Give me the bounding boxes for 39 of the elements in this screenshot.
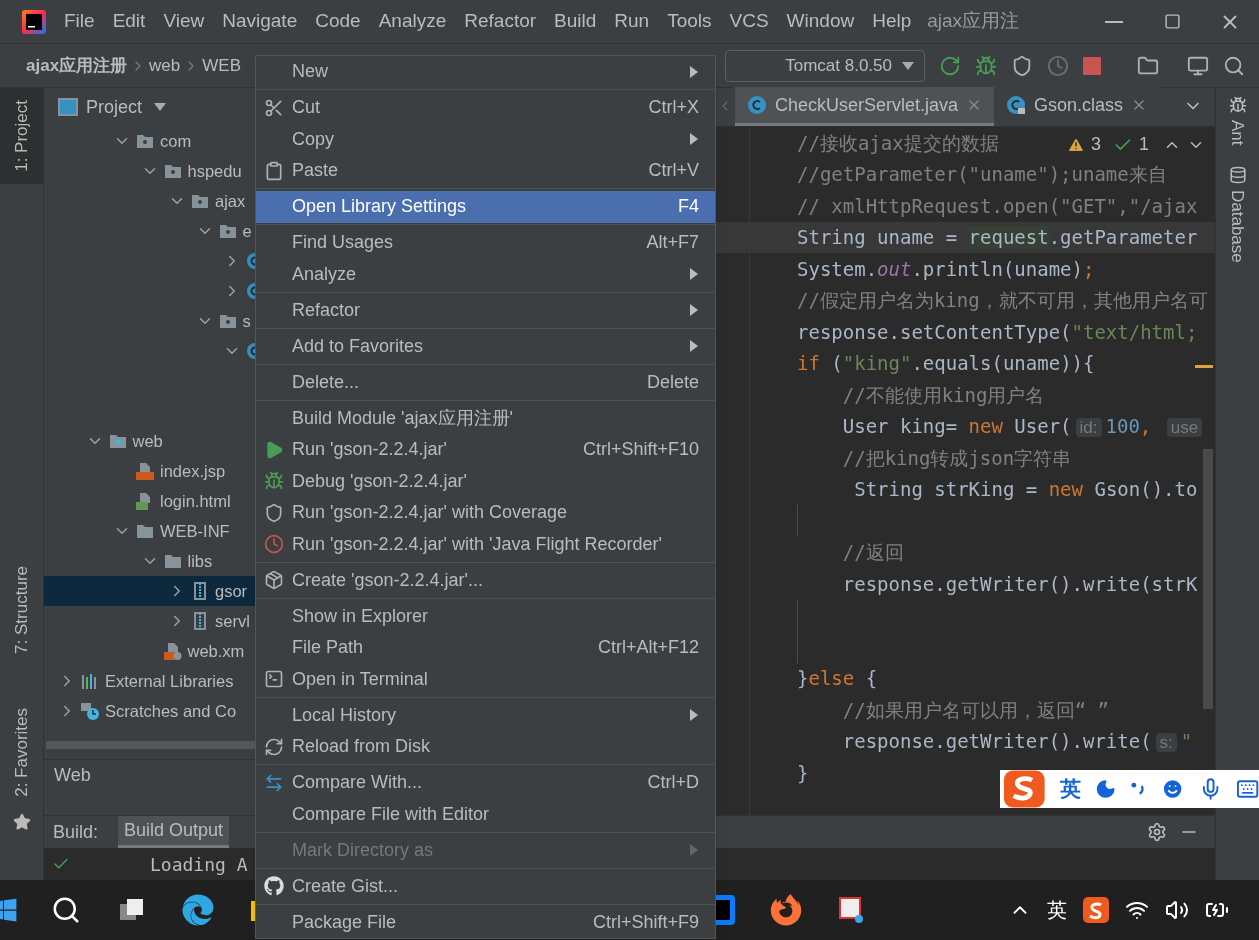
code-line: //把king转成json字符串 [841, 445, 1072, 471]
warning-count: 3 [1090, 133, 1101, 156]
code-line: response.getWriter().write( s: " [841, 729, 1193, 754]
code-line: String uname = request.getParameter [797, 225, 1198, 250]
tree-item-label: libs [187, 550, 213, 572]
tree-item-label: ajax [215, 190, 246, 212]
build-output-text: Loading A [150, 852, 248, 877]
build-label: Build: [53, 820, 99, 844]
code-line: //如果用户名可以用，返回“ ” [841, 697, 1109, 723]
code-line: System.out.println(uname); [797, 256, 1095, 282]
code-line: response.getWriter().write(strK [841, 571, 1198, 597]
code-line: //接收ajax提交的数据 [797, 130, 999, 156]
code-line: if ("king".equals(uname)){ [797, 351, 1095, 376]
tree-item-label: index.jsp [160, 460, 226, 482]
tree-item-label: External Libraries [105, 670, 234, 692]
code-line: // xmlHttpRequest.open("GET","/ajax [797, 193, 1198, 219]
tree-item-label: hspedu [187, 160, 242, 182]
tree-item-label: web [132, 430, 163, 452]
tree-item-label: Scratches and Co [105, 700, 237, 722]
tree-item-label: login.html [160, 490, 231, 512]
code-line: }else { [797, 666, 878, 691]
window-title: ajax应用注 [927, 9, 1020, 34]
code-line: //不能使用king用户名 [841, 382, 1045, 408]
typo-count: 1 [1139, 133, 1149, 156]
code-line: //返回 [841, 540, 904, 565]
tree-item-label: e [242, 220, 252, 242]
code-line: //getParameter("uname");uname来自 [797, 162, 1167, 187]
code-line: } [797, 760, 809, 786]
code-line: //假定用户名为king，就不可用，其他用户名可 [797, 288, 1208, 313]
code-line: String strKing = new Gson().to [853, 477, 1198, 502]
panel-title: Web [54, 764, 91, 787]
tree-item-label: s [242, 310, 251, 332]
tree-item-label: com [160, 130, 192, 152]
tree-item-label: gsor [215, 580, 248, 602]
code-line: response.setContentType("text/html; [797, 319, 1198, 345]
code-line: User king= new User( id: 100, use [797, 412, 1207, 441]
tree-item-label: WEB-INF [160, 520, 230, 542]
tree-item-label: web.xm [187, 640, 245, 662]
tree-item-label: servl [215, 610, 250, 632]
